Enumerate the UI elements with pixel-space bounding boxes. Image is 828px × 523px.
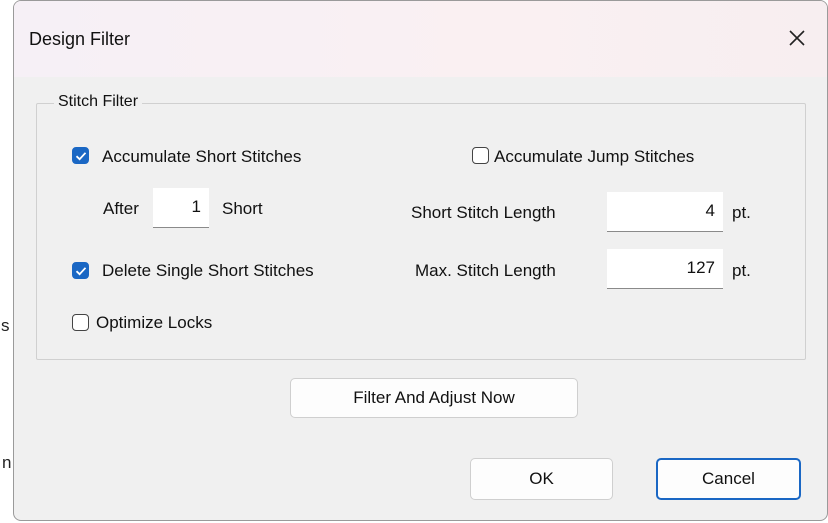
optimize-locks-label[interactable]: Optimize Locks [96, 313, 212, 333]
ok-button[interactable]: OK [470, 458, 613, 500]
max-stitch-length-unit: pt. [732, 261, 751, 280]
dialog-title: Design Filter [29, 29, 131, 49]
accumulate-jump-stitches-label[interactable]: Accumulate Jump Stitches [494, 147, 694, 167]
checkmark-icon [75, 267, 87, 276]
short-stitch-length-label: Short Stitch Length [411, 203, 556, 222]
max-stitch-length-input[interactable]: 127 [607, 249, 723, 289]
optimize-locks-checkbox[interactable] [72, 314, 89, 331]
accumulate-jump-stitches-checkbox[interactable] [472, 147, 489, 164]
filter-and-adjust-now-button[interactable]: Filter And Adjust Now [290, 378, 578, 418]
after-short-count-input[interactable]: 1 [153, 188, 209, 228]
cancel-button[interactable]: Cancel [656, 458, 801, 500]
background-text-fragment: n [2, 453, 12, 472]
short-stitch-length-input[interactable]: 4 [607, 192, 723, 232]
checkmark-icon [75, 152, 87, 161]
max-stitch-length-label: Max. Stitch Length [415, 261, 556, 280]
background-text-fragment: s [1, 316, 10, 335]
stitch-filter-group-label: Stitch Filter [54, 93, 143, 111]
title-bar: Design Filter [14, 1, 827, 77]
delete-single-short-stitches-checkbox[interactable] [72, 262, 89, 279]
accumulate-short-stitches-checkbox[interactable] [72, 147, 89, 164]
after-label: After [103, 199, 139, 218]
close-button[interactable] [775, 19, 819, 57]
short-label: Short [222, 199, 263, 218]
delete-single-short-stitches-label[interactable]: Delete Single Short Stitches [102, 261, 314, 281]
design-filter-dialog: Design Filter Stitch Filter Accumulate S… [13, 0, 828, 521]
accumulate-short-stitches-label[interactable]: Accumulate Short Stitches [102, 147, 301, 167]
short-stitch-length-unit: pt. [732, 203, 751, 222]
close-icon [789, 30, 805, 46]
